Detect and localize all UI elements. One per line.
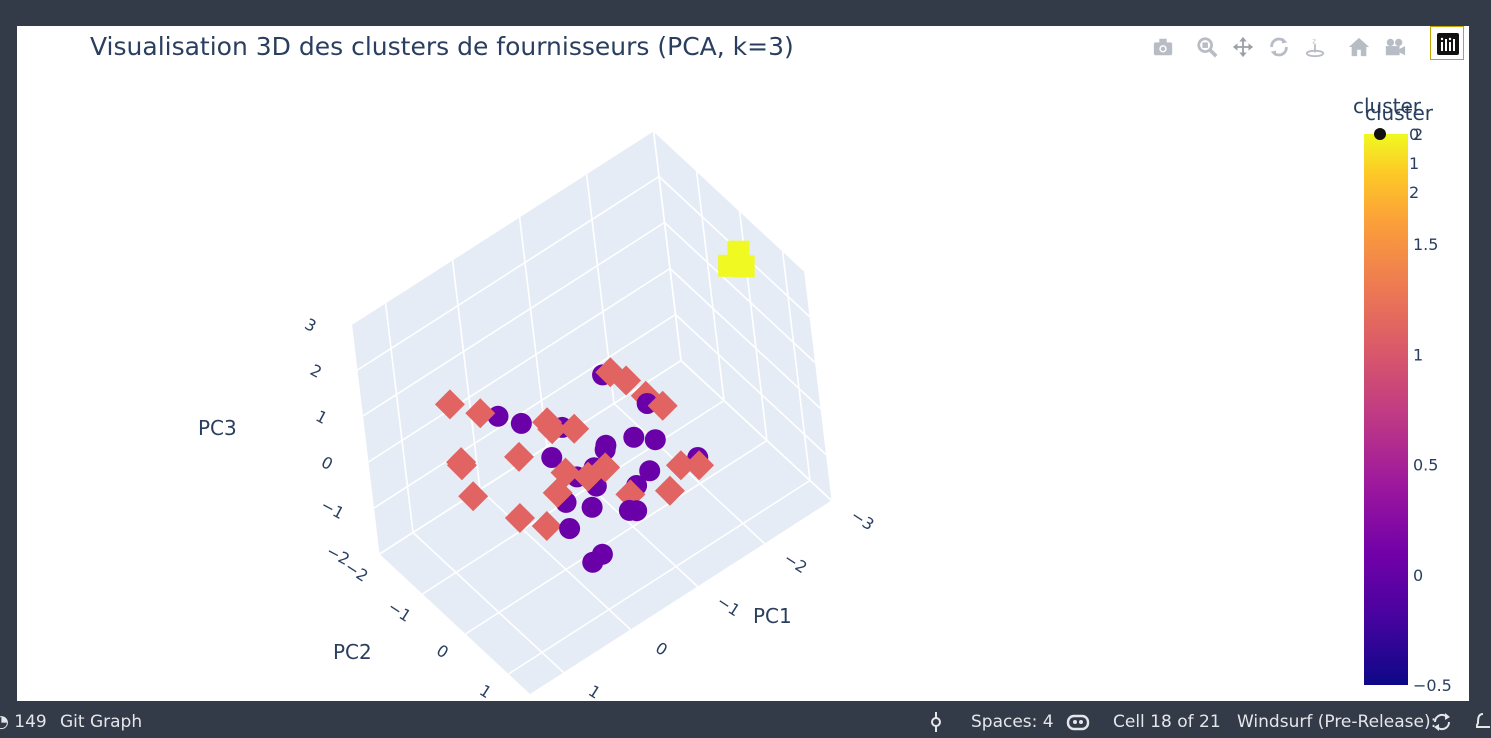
colorbar-tick-label: 1 xyxy=(1413,345,1423,364)
point-cluster-0 xyxy=(582,551,604,573)
point-cluster-0 xyxy=(559,518,581,539)
z-tick-label: 0 xyxy=(318,452,336,474)
scatter-3d-plot[interactable]: 10−1−2−3−2−1013210−1−2PC1PC2PC321.510.50… xyxy=(17,26,1469,701)
status-count[interactable]: ◔ 149 xyxy=(0,712,47,732)
z-tick-label: 3 xyxy=(302,314,320,336)
status-bar: ◔ 149 Git Graph Spaces: 4 Cell 18 of 21 … xyxy=(0,706,1491,738)
ports-icon: ◔ xyxy=(0,712,9,732)
point-cluster-0 xyxy=(639,460,661,482)
point-cluster-0 xyxy=(595,434,617,456)
y-tick-label: −1 xyxy=(384,597,414,626)
x-tick-label: −2 xyxy=(780,548,810,577)
colorbar-tick-label: −0.5 xyxy=(1413,676,1452,695)
point-cluster-0 xyxy=(644,429,666,451)
git-graph-button[interactable]: Git Graph xyxy=(60,712,142,732)
point-cluster-0 xyxy=(510,412,532,434)
windsurf-status[interactable]: Windsurf (Pre-Release): xyxy=(1237,712,1436,732)
point-cluster-2 xyxy=(718,254,741,277)
x-axis-title: PC1 xyxy=(753,604,792,628)
legend-title: cluster xyxy=(1353,94,1422,118)
x-tick-label: 0 xyxy=(652,638,671,659)
sync-icon[interactable] xyxy=(1432,712,1452,737)
y-axis-title: PC2 xyxy=(333,640,372,664)
legend-item-label: 1 xyxy=(1409,154,1419,173)
x-tick-label: −3 xyxy=(847,505,877,534)
legend-symbol xyxy=(1374,128,1386,140)
colorbar: 21.510.50−0.5cluster xyxy=(1364,101,1452,695)
legend-item-label: 2 xyxy=(1409,183,1419,202)
z-tick-label: 2 xyxy=(307,360,325,382)
spaces-indicator[interactable]: Spaces: 4 xyxy=(971,712,1054,732)
colorbar-tick-label: 0 xyxy=(1413,566,1423,585)
bell-icon[interactable] xyxy=(1474,712,1491,737)
plot-panel: Visualisation 3D des clusters de fournis… xyxy=(17,26,1469,701)
point-cluster-0 xyxy=(581,496,603,518)
colorbar-tick-label: 1.5 xyxy=(1413,235,1438,254)
colorbar-tick-label: 0.5 xyxy=(1413,456,1438,475)
z-tick-label: 1 xyxy=(313,406,331,428)
legend-item-label: 0 xyxy=(1409,125,1419,144)
x-tick-label: −1 xyxy=(713,591,743,620)
point-cluster-0 xyxy=(623,426,645,448)
commit-icon[interactable] xyxy=(928,712,944,737)
point-cluster-0 xyxy=(618,499,640,521)
x-tick-label: 1 xyxy=(585,681,604,701)
z-axis-title: PC3 xyxy=(198,416,237,440)
z-tick-label: −1 xyxy=(318,495,348,523)
copilot-icon[interactable] xyxy=(1066,712,1090,737)
cell-indicator[interactable]: Cell 18 of 21 xyxy=(1113,712,1221,732)
y-tick-label: 1 xyxy=(476,681,495,701)
y-tick-label: 0 xyxy=(433,641,452,662)
colorbar-gradient xyxy=(1364,134,1408,685)
